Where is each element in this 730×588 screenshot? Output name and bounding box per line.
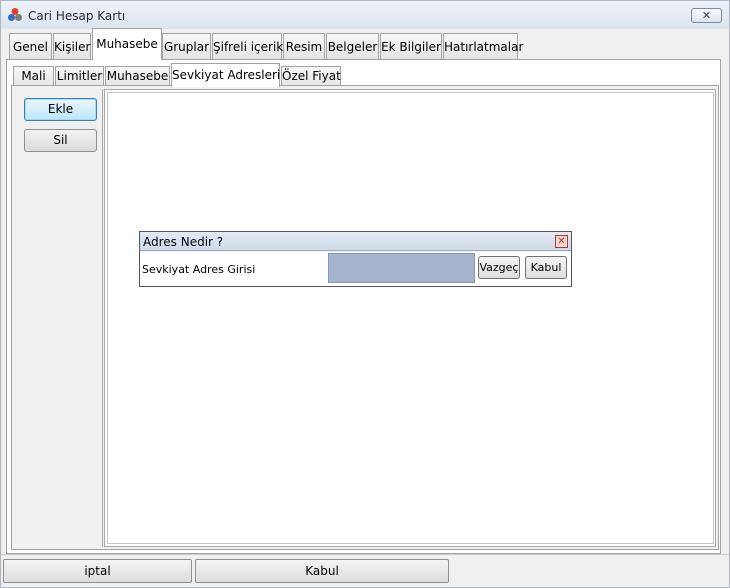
footer-cancel-button[interactable]: iptal: [3, 559, 192, 583]
subtab-muhasebe[interactable]: Muhasebe: [105, 66, 170, 86]
address-dialog: Adres Nedir ? ✕ Sevkiyat Adres Girisi Va…: [139, 231, 572, 287]
close-icon: ✕: [701, 9, 712, 22]
cari-hesap-window: Cari Hesap Kartı ✕ Genel Kişiler Muhaseb…: [0, 0, 730, 588]
dialog-accept-button[interactable]: Kabul: [525, 256, 567, 279]
address-list[interactable]: [107, 92, 714, 544]
tab-resim[interactable]: Resim: [283, 33, 325, 60]
subtab-limitler[interactable]: Limitler: [55, 66, 104, 86]
dialog-cancel-button[interactable]: Vazgeç: [478, 256, 520, 279]
window-close-button[interactable]: ✕: [691, 8, 722, 23]
close-icon: ✕: [557, 236, 566, 247]
tab-muhasebe[interactable]: Muhasebe: [92, 28, 162, 60]
dialog-close-button[interactable]: ✕: [555, 235, 568, 248]
tab-kisiler[interactable]: Kişiler: [53, 33, 91, 60]
footer-accept-button[interactable]: Kabul: [195, 559, 449, 583]
side-toolbar: [14, 89, 103, 547]
delete-button[interactable]: Sil: [24, 129, 97, 152]
app-logo-icon: [8, 8, 22, 21]
add-button[interactable]: Ekle: [24, 98, 97, 121]
tab-gruplar[interactable]: Gruplar: [162, 33, 211, 60]
title-bar: Cari Hesap Kartı ✕: [1, 1, 729, 29]
address-field-label: Sevkiyat Adres Girisi: [142, 263, 256, 276]
tab-sifreli-icerik[interactable]: Şifreli içerik: [212, 33, 283, 60]
address-input[interactable]: [328, 253, 475, 283]
window-title: Cari Hesap Kartı: [28, 9, 126, 23]
tab-ek-bilgiler[interactable]: Ek Bilgiler: [380, 33, 442, 60]
dialog-title: Adres Nedir ?: [143, 235, 224, 249]
tab-genel[interactable]: Genel: [9, 33, 52, 60]
tab-hatirlatmalar[interactable]: Hatırlatmalar: [443, 33, 523, 60]
tab-belgeler[interactable]: Belgeler: [326, 33, 379, 60]
dialog-title-bar: Adres Nedir ? ✕: [140, 232, 571, 251]
subtab-sevkiyat-adresleri[interactable]: Sevkiyat Adresleri: [171, 63, 280, 87]
subtab-mali[interactable]: Mali: [13, 66, 54, 86]
subtab-ozel-fiyat[interactable]: Özel Fiyat: [281, 66, 341, 86]
